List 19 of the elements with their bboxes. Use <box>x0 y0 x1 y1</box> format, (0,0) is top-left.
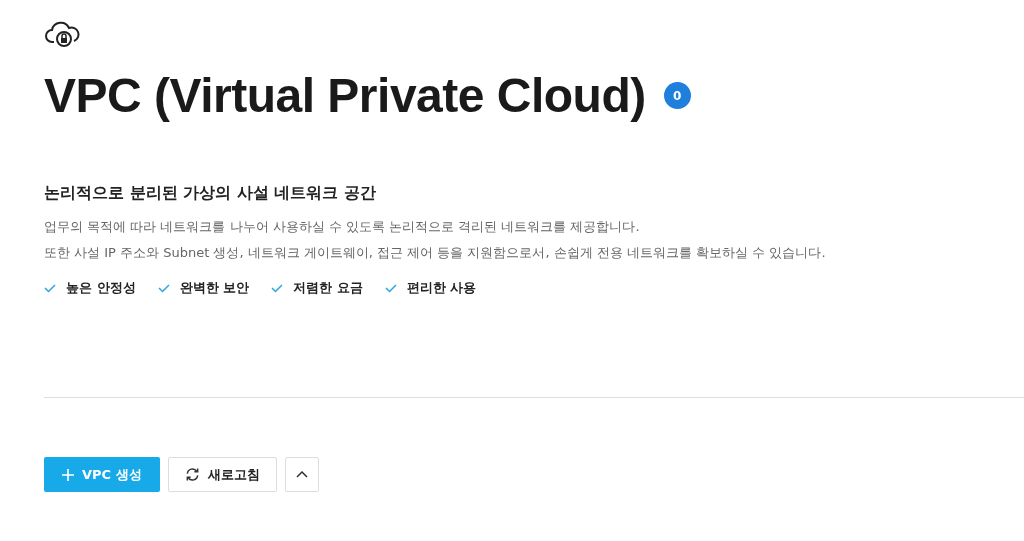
feature-label: 완벽한 보안 <box>179 279 250 297</box>
collapse-button[interactable] <box>284 457 319 492</box>
plus-icon <box>62 468 74 481</box>
section-heading: 논리적으로 분리된 가상의 사설 네트워크 공간 <box>44 183 377 204</box>
check-icon <box>271 283 284 293</box>
description-text: 업무의 목적에 따라 네트워크를 나누어 사용하실 수 있도록 논리적으로 격리된 네트워크를 제공합니다. <box>44 218 641 236</box>
feature-label: 편리한 사용 <box>406 279 477 297</box>
caret-icon <box>295 471 308 478</box>
cloud-lock-icon <box>44 20 80 48</box>
page-title: VPC (Virtual Private Cloud) <box>44 68 646 123</box>
feature-label: 저렴한 요금 <box>293 279 363 297</box>
feature-label: 높은 안정성 <box>66 279 136 297</box>
refresh-icon <box>184 467 200 482</box>
description-text: 또한 사설 IP 주소와 Subnet 생성, 네트워크 게이트웨이, 접근 제어 등을 지원함으로서, 손쉽게 전용 네트워크를 확보하실 수 있습니다. <box>44 244 827 262</box>
check-icon <box>44 283 56 293</box>
refresh-button[interactable]: 새로고침 <box>167 457 277 492</box>
check-icon <box>157 283 170 293</box>
count-badge: 0 <box>663 82 691 109</box>
check-icon <box>384 283 397 293</box>
